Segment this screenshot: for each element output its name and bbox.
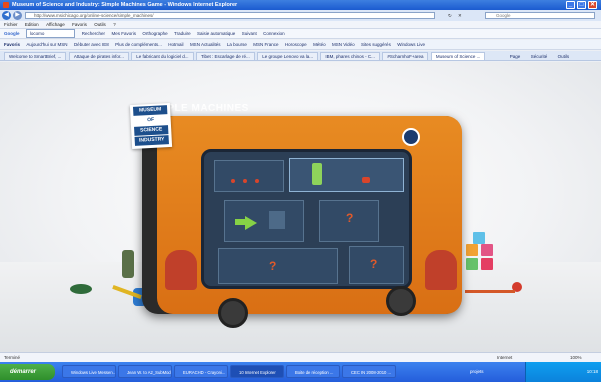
- tab-bar: Welcome to SmartBrief, ... Attaque de pi…: [0, 51, 601, 61]
- google-bookmarks-button[interactable]: Mes Favoris: [111, 29, 136, 38]
- favorites-button[interactable]: Favoris: [4, 40, 20, 49]
- google-autofill-button[interactable]: Saisie automatique: [197, 29, 235, 38]
- question-mark-icon: ?: [346, 211, 354, 225]
- toy-cube-image: [481, 244, 493, 256]
- machine-panel[interactable]: [214, 160, 284, 192]
- favorite-link[interactable]: MSN Vidéo: [332, 40, 355, 49]
- window-title: Museum of Science and Industry: Simple M…: [12, 2, 238, 8]
- security-menu-button[interactable]: Sécurité: [527, 53, 552, 60]
- taskbar-item[interactable]: EURACHD - Crayoni...: [174, 365, 228, 378]
- taskbar-item[interactable]: Boite de réception ...: [286, 365, 340, 378]
- browser-tab-active[interactable]: Museum of Science ...: [430, 52, 486, 60]
- pencil-image: [465, 290, 515, 293]
- browser-tab[interactable]: Le fabricant du logiciel d...: [131, 52, 194, 60]
- button-icon: [362, 177, 370, 183]
- google-logo: Google: [4, 31, 20, 36]
- google-connect-button[interactable]: Connexion: [263, 29, 285, 38]
- logo-line: INDUSTRY: [134, 135, 169, 146]
- menu-item-edition[interactable]: Edition: [25, 22, 39, 27]
- character-figure-icon: [312, 163, 322, 185]
- machine-panel[interactable]: ?: [218, 248, 338, 284]
- left-knob[interactable]: [218, 298, 248, 328]
- address-bar-row: ◀ ▶ http://www.msichicago.org/online-sci…: [0, 10, 601, 21]
- ie-app-icon: [3, 2, 9, 8]
- favorites-bar: Favoris Aujourd'hui sur MSN Débuter avec…: [0, 40, 601, 50]
- favorite-link[interactable]: La bourse: [227, 40, 247, 49]
- menu-item-favoris[interactable]: Favoris: [72, 22, 87, 27]
- favorite-link[interactable]: Météo: [313, 40, 326, 49]
- machine-panel[interactable]: ?: [349, 246, 404, 284]
- browser-tab[interactable]: Le groupe Lenovo va la...: [257, 52, 318, 60]
- right-knob[interactable]: [386, 286, 416, 316]
- tray-label: projets: [470, 369, 484, 374]
- logo-line: MUSEUM: [132, 105, 168, 116]
- clock: 10:18: [586, 369, 598, 374]
- favorite-link[interactable]: Windows Live: [397, 40, 425, 49]
- logo-line: SCIENCE: [134, 125, 169, 136]
- logo-line: OF: [133, 115, 168, 126]
- machine-panel[interactable]: [224, 200, 304, 242]
- address-input[interactable]: http://www.msichicago.org/online-science…: [25, 12, 435, 19]
- menu-item-outils[interactable]: Outils: [94, 22, 106, 27]
- favorite-link[interactable]: Plus de compléments...: [115, 40, 162, 49]
- favorite-link[interactable]: Débuter avec IE8: [74, 40, 109, 49]
- page-menu-button[interactable]: Page: [506, 53, 525, 60]
- google-search-button[interactable]: Rechercher: [82, 29, 105, 38]
- game-title: SIMPLE MACHINES: [148, 103, 249, 114]
- toy-cube-image: [473, 232, 485, 244]
- google-translate-button[interactable]: Traduire: [174, 29, 191, 38]
- favorite-link[interactable]: Hotmail: [168, 40, 183, 49]
- left-grip-image: [165, 250, 197, 290]
- menu-item-fichier[interactable]: Fichier: [4, 22, 18, 27]
- right-grip-image: [425, 250, 457, 290]
- favorite-link[interactable]: MSN France: [253, 40, 278, 49]
- minimize-button[interactable]: _: [566, 1, 575, 9]
- window-title-bar: Museum of Science and Industry: Simple M…: [0, 0, 601, 10]
- google-search-field[interactable]: locomo: [25, 29, 76, 38]
- toy-cube-image: [466, 258, 478, 270]
- favorite-link[interactable]: MSN Actualités: [190, 40, 221, 49]
- robot-help-button[interactable]: [402, 128, 420, 146]
- taskbar: démarrer Windows Live Messen... Jean W. …: [0, 362, 601, 382]
- taskbar-item-active[interactable]: 10 Internet Explorer: [230, 365, 284, 378]
- museum-logo[interactable]: MUSEUM OF SCIENCE INDUSTRY: [129, 102, 173, 150]
- toy-robot-image: [122, 250, 134, 278]
- tools-menu-button[interactable]: Outils: [554, 53, 574, 60]
- favorite-link[interactable]: Sites suggérés: [361, 40, 391, 49]
- maximize-button[interactable]: □: [577, 1, 586, 9]
- menu-item-affichage[interactable]: Affichage: [46, 22, 65, 27]
- question-mark-icon: ?: [269, 259, 277, 273]
- toy-skateboard-image: [70, 284, 92, 294]
- start-button[interactable]: démarrer: [0, 364, 55, 380]
- toy-cube-image: [481, 258, 493, 270]
- taskbar-item[interactable]: Windows Live Messen...: [62, 365, 116, 378]
- page-content: SIMPLE MACHINES ? ? ? MUSEUM OF SCIENCE …: [0, 62, 601, 352]
- google-toolbar: Google locomo Rechercher Mes Favoris Ort…: [0, 29, 601, 39]
- google-next-button[interactable]: Suivant: [242, 29, 257, 38]
- google-spellcheck-button[interactable]: Orthographe: [142, 29, 167, 38]
- machine-panel[interactable]: ?: [319, 200, 379, 242]
- stop-button[interactable]: ✕: [458, 12, 462, 19]
- system-tray: 10:18: [525, 362, 601, 382]
- machine-panel-selected[interactable]: [289, 158, 404, 192]
- browser-tab[interactable]: Attaque de pirates infor...: [68, 52, 129, 60]
- favorite-link[interactable]: Aujourd'hui sur MSN: [26, 40, 67, 49]
- browser-tab[interactable]: Welcome to SmartBrief, ...: [4, 52, 67, 60]
- menu-bar: Fichier Edition Affichage Favoris Outils…: [0, 21, 601, 29]
- browser-tab[interactable]: IBM, phares chinos - C...: [320, 52, 380, 60]
- game-screen: ? ? ?: [201, 149, 412, 289]
- back-button[interactable]: ◀: [2, 11, 11, 20]
- refresh-button[interactable]: ↻: [448, 12, 452, 19]
- taskbar-item[interactable]: Jean W. to A2_SubMod...: [118, 365, 172, 378]
- forward-button[interactable]: ▶: [13, 11, 22, 20]
- menu-item-help[interactable]: ?: [113, 22, 116, 27]
- toy-cube-image: [466, 244, 478, 256]
- favorite-link[interactable]: Horoscope: [285, 40, 307, 49]
- close-button[interactable]: ✕: [588, 1, 597, 9]
- question-mark-icon: ?: [370, 257, 378, 271]
- browser-tab[interactable]: #ScharnhoF+area: [382, 52, 429, 60]
- browser-tab[interactable]: Tibet : Escarlage de ré...: [195, 52, 255, 60]
- search-input[interactable]: Google: [485, 12, 595, 19]
- taskbar-item[interactable]: CEC IN 2008-2010 ...: [342, 365, 396, 378]
